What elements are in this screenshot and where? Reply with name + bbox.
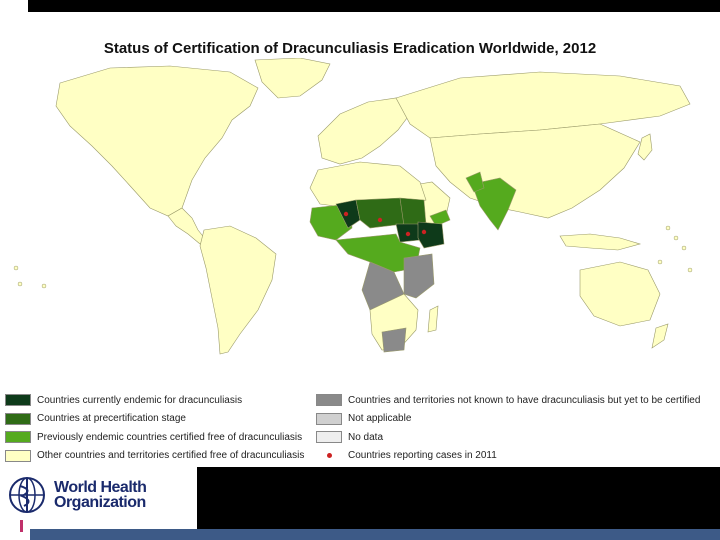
case-marker-mali <box>343 211 349 217</box>
legend-item-not-yet-certified: Countries and territories not known to h… <box>316 391 700 410</box>
swatch-precertification <box>5 412 31 425</box>
niger-chad <box>355 197 405 229</box>
who-name-line2: Organization <box>54 494 146 511</box>
legend-left: Countries currently endemic for dracuncu… <box>5 391 304 465</box>
south-africa-grey <box>381 327 407 353</box>
world-map <box>13 58 693 355</box>
legend-label: Previously endemic countries certified f… <box>37 431 303 443</box>
legend-label: Countries at precertification stage <box>37 413 186 425</box>
footer-dark-panel <box>197 467 720 529</box>
who-logo: World Health Organization <box>6 474 147 516</box>
east-africa <box>403 253 435 299</box>
legend-label: Countries and territories not known to h… <box>348 394 701 406</box>
europe <box>317 97 411 165</box>
north-america <box>55 65 259 217</box>
legend-label: No data <box>348 431 384 443</box>
south-america <box>199 225 277 355</box>
sudan <box>399 197 427 227</box>
new-zealand <box>651 323 669 349</box>
legend-item-endemic: Countries currently endemic for dracuncu… <box>5 391 304 410</box>
legend-item-not-applicable: Not applicable <box>316 410 700 429</box>
legend-item-no-data: No data <box>316 428 700 447</box>
madagascar <box>427 305 439 333</box>
ethiopia <box>417 221 445 249</box>
swatch-previously-endemic <box>5 431 31 444</box>
who-name: World Health Organization <box>54 479 147 511</box>
legend-label: Countries currently endemic for dracuncu… <box>37 394 243 406</box>
central-america <box>167 207 207 245</box>
map-title: Status of Certification of Dracunculiasi… <box>103 40 597 57</box>
asia <box>429 123 641 219</box>
who-emblem-icon <box>9 477 45 513</box>
swatch-not-applicable <box>316 412 342 425</box>
legend-item-cases-2011: Countries reporting cases in 2011 <box>316 447 700 466</box>
case-marker-ethiopia <box>421 229 427 235</box>
greenland <box>254 58 331 99</box>
legend-item-other-certified: Other countries and territories certifie… <box>5 447 304 466</box>
legend-label: Other countries and territories certifie… <box>37 450 305 462</box>
swatch-endemic <box>5 394 31 407</box>
russia <box>395 71 691 139</box>
footer-strip <box>30 529 720 540</box>
legend-label: Countries reporting cases in 2011 <box>348 450 497 462</box>
who-name-line1: World Health <box>54 479 147 496</box>
accent-bar <box>20 520 23 532</box>
top-bar <box>28 0 720 12</box>
case-marker-south-sudan <box>405 231 411 237</box>
swatch-not-yet-certified <box>316 394 342 407</box>
legend-right: Countries and territories not known to h… <box>316 391 700 465</box>
case-dot-icon <box>316 450 342 461</box>
indonesia <box>559 233 642 251</box>
swatch-no-data <box>316 431 342 444</box>
swatch-other-certified <box>5 449 31 462</box>
legend-item-previously-endemic: Previously endemic countries certified f… <box>5 428 304 447</box>
legend-item-precertification: Countries at precertification stage <box>5 410 304 429</box>
australia <box>579 261 661 327</box>
legend-label: Not applicable <box>348 413 412 425</box>
japan <box>637 133 653 161</box>
case-marker-chad <box>377 217 383 223</box>
